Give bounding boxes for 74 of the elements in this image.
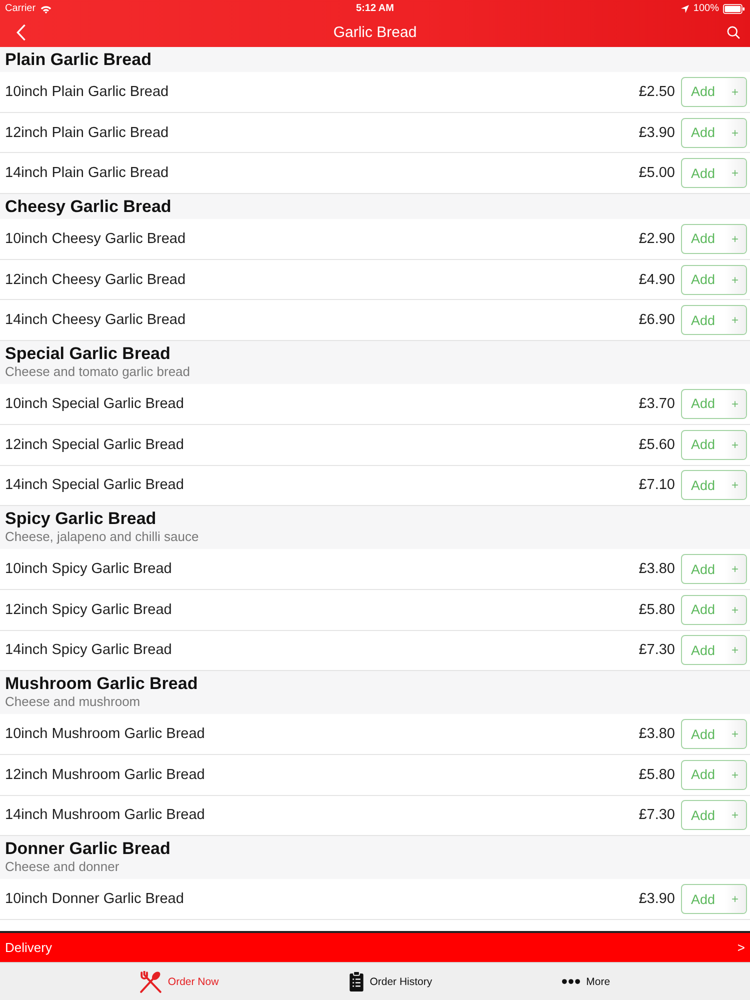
wifi-icon	[40, 4, 52, 14]
add-button[interactable]: Add +	[681, 305, 747, 336]
item-price: £2.50	[638, 84, 675, 100]
carrier-label: Carrier	[5, 3, 36, 15]
item-price: £3.70	[638, 396, 675, 412]
section-title: Cheesy Garlic Bread	[5, 197, 172, 218]
section-title: Plain Garlic Bread	[5, 50, 152, 70]
delivery-button[interactable]: Delivery >	[0, 931, 750, 962]
item-price: £3.90	[638, 124, 675, 141]
item-price: £3.80	[638, 726, 675, 742]
item-price: £5.80	[638, 766, 675, 783]
item-price: £7.30	[638, 807, 675, 824]
item-name: 10inch Cheesy Garlic Bread	[5, 230, 186, 247]
add-button[interactable]: Add +	[681, 554, 747, 584]
item-price: £7.10	[638, 477, 675, 494]
add-button[interactable]: Add +	[681, 884, 747, 914]
item-price: £2.90	[638, 230, 675, 247]
item-name: 14inch Special Garlic Bread	[5, 477, 184, 494]
clipboard-icon	[348, 971, 364, 992]
section-title: Donner Garlic Bread	[5, 839, 170, 860]
item-name: 10inch Donner Garlic Bread	[5, 891, 184, 908]
tab[interactable]: Order Now	[140, 970, 219, 992]
section-description: Cheese and donner	[5, 859, 120, 876]
add-button[interactable]: Add +	[681, 118, 747, 148]
item-price: £7.30	[638, 642, 675, 658]
add-button[interactable]: Add +	[681, 264, 747, 295]
spoon-fork-icon	[140, 970, 162, 992]
section-description: Cheese, jalapeno and chilli sauce	[5, 529, 199, 546]
add-button[interactable]: Add +	[681, 719, 747, 750]
item-name: 14inch Cheesy Garlic Bread	[5, 312, 186, 328]
item-name: 12inch Spicy Garlic Bread	[5, 602, 172, 618]
add-button[interactable]: Add +	[681, 430, 747, 460]
item-name: 14inch Mushroom Garlic Bread	[5, 807, 205, 824]
item-name: 10inch Mushroom Garlic Bread	[5, 726, 205, 742]
battery-icon	[723, 4, 745, 14]
more-icon	[562, 979, 580, 984]
clock-label: 5:12 AM	[356, 3, 394, 15]
battery-percent-label: 100%	[693, 3, 719, 15]
tab[interactable]: More	[562, 976, 610, 988]
add-button[interactable]: Add +	[681, 76, 747, 107]
item-name: 10inch Plain Garlic Bread	[5, 84, 169, 100]
item-name: 12inch Plain Garlic Bread	[5, 124, 169, 141]
section-title: Special Garlic Bread	[5, 344, 170, 364]
add-button[interactable]: Add +	[681, 470, 747, 500]
item-price: £5.00	[638, 165, 675, 182]
section-description: Cheese and mushroom	[5, 694, 140, 710]
add-button[interactable]: Add +	[681, 158, 747, 188]
page-title: Garlic Bread	[333, 24, 417, 41]
add-button[interactable]: Add +	[681, 388, 747, 419]
item-price: £5.60	[638, 436, 675, 453]
item-price: £3.80	[638, 561, 675, 578]
tab[interactable]: Order History	[348, 971, 432, 992]
item-name: 12inch Special Garlic Bread	[5, 436, 184, 453]
add-button[interactable]: Add +	[681, 800, 747, 830]
add-button[interactable]: Add +	[681, 760, 747, 790]
add-button[interactable]: Add +	[681, 635, 747, 666]
section-title: Mushroom Garlic Bread	[5, 674, 198, 694]
section-title: Spicy Garlic Bread	[5, 509, 156, 530]
item-name: 12inch Mushroom Garlic Bread	[5, 766, 205, 783]
item-name: 14inch Plain Garlic Bread	[5, 165, 169, 182]
item-name: 10inch Spicy Garlic Bread	[5, 561, 172, 578]
add-button[interactable]: Add +	[681, 594, 747, 625]
section-description: Cheese and tomato garlic bread	[5, 364, 190, 380]
item-name: 14inch Spicy Garlic Bread	[5, 642, 172, 658]
item-name: 12inch Cheesy Garlic Bread	[5, 272, 186, 288]
item-name: 10inch Special Garlic Bread	[5, 396, 184, 412]
back-button[interactable]	[14, 22, 28, 43]
search-button[interactable]	[725, 24, 742, 41]
item-price: £3.90	[638, 891, 675, 908]
item-price: £6.90	[638, 312, 675, 328]
add-button[interactable]: Add +	[681, 224, 747, 254]
item-price: £5.80	[638, 602, 675, 618]
item-price: £4.90	[638, 272, 675, 288]
location-arrow-icon	[681, 5, 690, 13]
